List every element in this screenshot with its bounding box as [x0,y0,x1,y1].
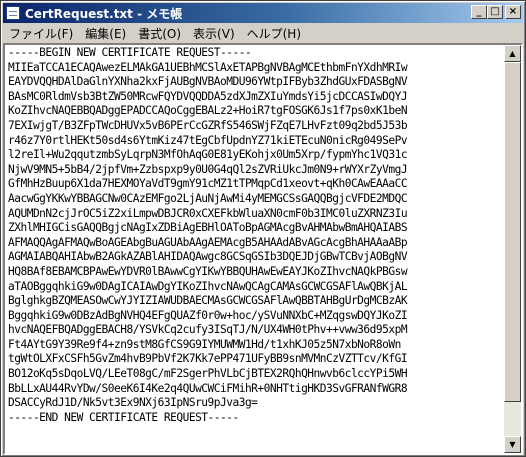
text-line: -----END NEW CERTIFICATE REQUEST----- [8,410,239,424]
text-line: AGMAIABQAHIAbwB2AGkAZABlAHIDAQAwgc8GCSqG… [8,250,408,264]
text-line: hvcNAQEFBQADggEBACH8/YSVkCq2cufy3ISqTJ/N… [8,323,408,337]
menu-bar: ファイル(F) 編集(E) 書式(O) 表示(V) ヘルプ(H) [3,24,523,42]
notepad-window: CertRequest.txt - メモ帳 _ □ × ファイル(F) 編集(E… [0,0,526,457]
scroll-up-arrow-icon: ▲ [509,49,516,58]
menu-help[interactable]: ヘルプ(H) [241,25,307,42]
menu-format[interactable]: 書式(O) [132,25,187,42]
scrollbar-thumb[interactable] [504,62,521,402]
text-line: ZXhlMHIGCisGAQQBgjcNAgIxZDBiAgEBHlOAToBp… [8,221,408,235]
text-line: l2reIl+Wu2qqutzmbSyLqrpN3MfOhAqG0E81yEKo… [8,148,408,162]
text-line: r46z7Y0rtlHEKt50sd4s6YtmKiz47tEgCbfUpdnY… [8,133,408,147]
text-line: KoZIhvcNAQEBBQADggEPADCCAQoCggEBALz2+Hoi… [8,104,408,118]
scroll-down-button[interactable]: ▼ [504,436,521,453]
text-line: NjwV9MN5+5bB4/2jpfVm+Zzbspxp9y0U0G4qQl2s… [8,162,408,176]
text-line: 7EXIwjgT/B3ZFpTWcDHUVx5vB6PErCcGZRfS546S… [8,118,408,132]
text-line: AQUMDnN2cjJrOC5iZ2xiLmpwDBJCR0xCXEFkbWlu… [8,206,408,220]
text-line: Ft4AYtG9Y39Re9f4+zn9stM8GfCS9G9IYMUWMW1H… [8,337,401,351]
text-line: -----BEGIN NEW CERTIFICATE REQUEST----- [8,46,252,59]
title-bar[interactable]: CertRequest.txt - メモ帳 _ □ × [3,3,523,23]
text-line: GfMhHzBuup6X1da7HEXMOYaVdT9gmY91cMZ1tTPM… [8,177,408,191]
text-line: aTAOBggqhkiG9w0DAgICAIAwDgYIKoZIhvcNAwQC… [8,279,408,293]
window-controls: _ □ × [471,5,521,19]
text-line: EAYDVQQHDAlDaGlnYXNha2kxFjAUBgNVBAoMDU96… [8,75,408,89]
maximize-button[interactable]: □ [487,5,503,19]
menu-file[interactable]: ファイル(F) [3,25,79,42]
text-line: BbLLxAU44RvYDw/S0eeK6I4Ke2q4QUwCWCiFMihR… [8,381,408,395]
notepad-icon[interactable] [6,6,20,20]
text-line: HQ8BAf8EBAMCBPAwEwYDVR0lBAwwCgYIKwYBBQUH… [8,264,408,278]
text-line: BglghkgBZQMEASOwCwYJYIZIAWUDBAECMAsGCWCG… [8,294,408,308]
text-line: AFMAQQAgAFMAQwBoAGEAbgBuAGUAbAAgAEMAcgB5… [8,235,408,249]
menu-edit[interactable]: 編集(E) [79,25,132,42]
scroll-up-button[interactable]: ▲ [504,45,521,62]
text-editor[interactable]: -----BEGIN NEW CERTIFICATE REQUEST----- … [3,43,523,455]
vertical-scrollbar[interactable]: ▲ ▼ [504,45,521,453]
menu-view[interactable]: 表示(V) [187,25,241,42]
text-line: DSACCyRdJ1D/Nk5vt3Ex9NXj63IpNSru9pJva3g= [8,396,258,410]
minimize-button[interactable]: _ [471,5,487,19]
text-line: BAsMC0RldmVsb3BtZW50MRcwFQYDVQQDDA5zdXJm… [8,89,408,103]
text-line [8,425,502,440]
document-text[interactable]: -----BEGIN NEW CERTIFICATE REQUEST----- … [8,46,502,451]
text-line: tgWtOLXFxCSFh5GvZm4hvB9PbVf2K7Kk7ePP471U… [8,352,408,366]
window-title: CertRequest.txt - メモ帳 [25,6,183,21]
text-line: AacwGgYKKwYBBAGCNw0CAzEMFgo2LjAuNjAwMi4y… [8,191,408,205]
text-line: MIIEaTCCA1ECAQAwezELMAkGA1UEBhMCSlAxETAP… [8,60,408,74]
text-line: BO12oKq5sDqoLVQ/LEeT08gC/mF2SgerPhVLbCjB… [8,367,408,381]
close-button[interactable]: × [505,5,521,19]
scroll-down-arrow-icon: ▼ [509,440,516,449]
text-line: BggqhkiG9w0DBzAdBgNVHQ4EFgQUAZf0r0w+hoc/… [8,308,408,322]
